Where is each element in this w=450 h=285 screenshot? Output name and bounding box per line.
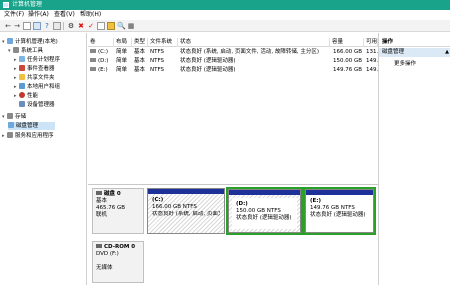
type-cell: 基本	[134, 58, 146, 64]
capacity-cell: 149.76 GB	[332, 67, 362, 73]
tree-item-storage[interactable]: ▾ 存储	[2, 113, 26, 121]
volume-cell: (D:)	[88, 57, 114, 66]
status-cell: 状态良好 (逻辑驱动器)	[180, 58, 236, 64]
column-header-type[interactable]: 类型	[132, 38, 148, 47]
table-row[interactable]: (C:) 简单 基本 NTFS 状态良好 (系统, 启动, 页面文件, 活动, …	[88, 48, 378, 57]
delete-icon[interactable]: ✖	[77, 22, 85, 30]
drive-icon	[90, 67, 96, 71]
column-header-capacity[interactable]: 容量	[330, 38, 364, 47]
zoom-icon[interactable]: ▦	[127, 22, 135, 30]
tree-item-computer-management[interactable]: ▾ 计算机管理(本地)	[2, 38, 58, 46]
disk-icon	[96, 191, 102, 195]
tree-item-system-tools[interactable]: ▾ 系统工具	[8, 47, 43, 55]
tree-item-task-scheduler[interactable]: ▸ 任务计划程序	[14, 56, 60, 64]
title-bar: 计算机管理	[0, 0, 450, 10]
toolbar: ← → ? ⚙ ✖ ✓ 🔍 ▦	[0, 20, 450, 32]
tree-item-disk-management[interactable]: 磁盘管理	[8, 122, 55, 130]
disk-0-label[interactable]: 磁盘 0 基本 465.76 GB 联机	[92, 188, 144, 234]
tree-item-event-viewer[interactable]: ▸ 事件查看器	[14, 65, 55, 73]
tree-item-shared-folders[interactable]: ▸ 共享文件夹	[14, 74, 55, 82]
storage-icon	[7, 113, 13, 119]
column-header-volume[interactable]: 卷	[88, 38, 114, 47]
disk-graphical-view: 磁盘 0 基本 465.76 GB 联机 (C:) 166.00 GB NTFS…	[88, 184, 378, 285]
menu-help[interactable]: 帮助(H)	[80, 11, 101, 19]
table-row[interactable]: (E:) 简单 基本 NTFS 状态良好 (逻辑驱动器) 149.76 GB 1…	[88, 66, 378, 75]
properties-icon[interactable]	[33, 22, 41, 30]
type-cell: 基本	[134, 49, 146, 55]
toolbar-separator	[63, 22, 64, 30]
cdrom-no-media-area	[147, 241, 376, 283]
free-cell: 149.	[366, 58, 378, 64]
menu-file[interactable]: 文件(F)	[4, 11, 24, 19]
computer-icon	[7, 38, 13, 44]
more-actions-link[interactable]: 更多操作	[394, 60, 416, 68]
free-cell: 149.	[366, 67, 378, 73]
layout-cell: 简单	[116, 58, 128, 64]
check-icon[interactable]: ✓	[87, 22, 95, 30]
partition-bar	[229, 190, 300, 195]
column-header-filesystem[interactable]: 文件系统	[148, 38, 178, 47]
tree-item-local-users[interactable]: ▸ 本地用户和组	[14, 83, 60, 91]
drive-icon	[90, 49, 96, 53]
tools-icon	[13, 47, 19, 53]
volume-list-header: 卷 布局 类型 文件系统 状态 容量 可用	[88, 38, 378, 47]
type-cell: 基本	[134, 67, 146, 73]
tree-item-device-manager[interactable]: 设备管理器	[19, 101, 55, 109]
free-cell: 131.	[366, 49, 378, 55]
users-icon	[19, 83, 25, 89]
layout-cell: 简单	[116, 67, 128, 73]
actions-pane: 操作 磁盘管理 ▲ 更多操作	[378, 33, 450, 285]
actions-section-disk-management[interactable]: 磁盘管理 ▲	[379, 48, 450, 57]
folder-icon[interactable]	[107, 22, 115, 30]
layout-cell: 简单	[116, 49, 128, 55]
search-icon[interactable]: 🔍	[117, 22, 126, 30]
settings-icon[interactable]: ⚙	[67, 22, 75, 30]
back-icon[interactable]: ←	[4, 22, 12, 30]
column-header-layout[interactable]: 布局	[114, 38, 132, 47]
partition-e[interactable]: (E:) 149.76 GB NTFS 状态良好 (逻辑驱动器)	[305, 189, 374, 233]
new-icon[interactable]	[97, 22, 105, 30]
collapse-caret-icon[interactable]: ▲	[445, 48, 449, 57]
menu-view[interactable]: 查看(V)	[54, 11, 75, 19]
tree-item-performance[interactable]: ▸ 性能	[14, 92, 38, 100]
partition-c[interactable]: (C:) 166.00 GB NTFS 状态良好 (系统, 启动, 页面文	[147, 188, 225, 234]
performance-icon	[19, 92, 25, 98]
window-title: 计算机管理	[12, 1, 43, 8]
volume-cell: (E:)	[88, 66, 114, 75]
device-manager-icon	[19, 101, 25, 107]
actions-header: 操作	[379, 38, 450, 47]
volume-list: 卷 布局 类型 文件系统 状态 容量 可用 (C:) 简单 基本 NTFS 状态…	[88, 33, 378, 183]
filesystem-cell: NTFS	[150, 58, 165, 64]
computer-management-icon	[3, 2, 9, 8]
cdrom-icon	[96, 244, 102, 248]
drive-icon	[90, 58, 96, 62]
volume-cell: (C:)	[88, 48, 114, 57]
column-header-free[interactable]: 可用	[364, 38, 378, 47]
table-row[interactable]: (D:) 简单 基本 NTFS 状态良好 (逻辑驱动器) 150.00 GB 1…	[88, 57, 378, 66]
filesystem-cell: NTFS	[150, 49, 165, 55]
status-cell: 状态良好 (系统, 启动, 页面文件, 活动, 故障转储, 主分区)	[180, 49, 320, 55]
navigation-tree: ▾ 计算机管理(本地) ▾ 系统工具 ▸ 任务计划程序 ▸ 事件查看器 ▸ 共享文件夹 ▸…	[0, 33, 87, 285]
menu-action[interactable]: 操作(A)	[28, 11, 49, 19]
view-icon[interactable]	[53, 22, 61, 30]
capacity-cell: 150.00 GB	[332, 58, 362, 64]
shared-folder-icon	[19, 74, 25, 80]
status-cell: 状态良好 (逻辑驱动器)	[180, 67, 236, 73]
forward-icon[interactable]: →	[13, 22, 21, 30]
capacity-cell: 166.00 GB	[332, 49, 362, 55]
cdrom-0-label[interactable]: CD-ROM 0 DVD (F:) 无媒体	[92, 241, 144, 283]
clock-icon	[19, 56, 25, 62]
menu-bar: 文件(F) 操作(A) 查看(V) 帮助(H)	[0, 10, 450, 20]
event-icon	[19, 65, 25, 71]
up-icon[interactable]	[23, 22, 31, 30]
disk-management-icon	[8, 122, 14, 128]
services-icon	[7, 132, 13, 138]
partition-d[interactable]: (D:) 150.00 GB NTFS 状态良好 (逻辑驱动器)	[228, 189, 301, 233]
filesystem-cell: NTFS	[150, 67, 165, 73]
column-header-status[interactable]: 状态	[178, 38, 330, 47]
help-icon[interactable]: ?	[43, 22, 51, 30]
tree-item-services-apps[interactable]: ▸ 服务和应用程序	[2, 132, 54, 140]
